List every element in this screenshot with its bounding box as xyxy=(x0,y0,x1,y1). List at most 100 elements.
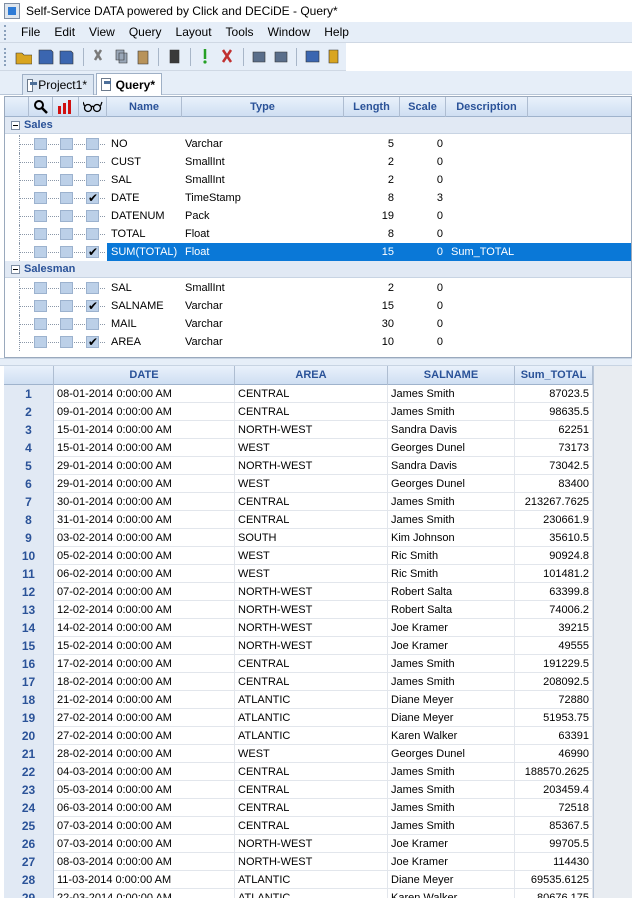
filter-checkbox[interactable] xyxy=(34,282,47,294)
row-number[interactable]: 19 xyxy=(4,709,54,727)
table-row[interactable]: 4 15-01-2014 0:00:00 AM WEST Georges Dunel 7… xyxy=(4,439,593,457)
menu-edit[interactable]: Edit xyxy=(47,22,82,43)
filter-checkbox[interactable] xyxy=(34,138,47,150)
chart-checkbox[interactable] xyxy=(60,246,73,258)
row-number[interactable]: 25 xyxy=(4,817,54,835)
row-number[interactable]: 5 xyxy=(4,457,54,475)
field-row[interactable]: CUST SmallInt 2 0 xyxy=(5,153,631,171)
row-number[interactable]: 6 xyxy=(4,475,54,493)
visible-checkbox[interactable] xyxy=(86,228,99,240)
table-row[interactable]: 10 05-02-2014 0:00:00 AM WEST Ric Smith 9092… xyxy=(4,547,593,565)
row-number[interactable]: 3 xyxy=(4,421,54,439)
chart-checkbox[interactable] xyxy=(60,174,73,186)
chart-checkbox[interactable] xyxy=(60,210,73,222)
copy-button[interactable] xyxy=(112,47,130,66)
row-number[interactable]: 2 xyxy=(4,403,54,421)
row-number[interactable]: 18 xyxy=(4,691,54,709)
visible-checkbox[interactable] xyxy=(86,282,99,294)
row-number[interactable]: 29 xyxy=(4,889,54,898)
table-row[interactable]: 5 29-01-2014 0:00:00 AM NORTH-WEST Sandra D… xyxy=(4,457,593,475)
result-col-sum-total[interactable]: Sum_TOTAL xyxy=(515,366,593,385)
field-row[interactable]: TOTAL Float 8 0 xyxy=(5,225,631,243)
chart-checkbox[interactable] xyxy=(60,318,73,330)
table-row[interactable]: 1 08-01-2014 0:00:00 AM CENTRAL James Smith… xyxy=(4,385,593,403)
filter-checkbox[interactable] xyxy=(34,246,47,258)
tab-project1[interactable]: Project1* xyxy=(22,74,94,95)
export-button[interactable] xyxy=(326,47,344,66)
field-row[interactable]: DATE TimeStamp 8 3 xyxy=(5,189,631,207)
result-col-area[interactable]: AREA xyxy=(235,366,388,385)
row-number[interactable]: 23 xyxy=(4,781,54,799)
field-row[interactable]: SAL SmallInt 2 0 xyxy=(5,279,631,297)
table-row[interactable]: 3 15-01-2014 0:00:00 AM NORTH-WEST Sandra D… xyxy=(4,421,593,439)
row-number[interactable]: 4 xyxy=(4,439,54,457)
filter-column-header[interactable] xyxy=(29,97,53,117)
chart-checkbox[interactable] xyxy=(60,336,73,348)
result-col-salname[interactable]: SALNAME xyxy=(388,366,515,385)
table-row[interactable]: 19 27-02-2014 0:00:00 AM ATLANTIC Diane Mey… xyxy=(4,709,593,727)
visible-checkbox[interactable] xyxy=(86,243,99,261)
table-row[interactable]: 17 18-02-2014 0:00:00 AM CENTRAL James Smit… xyxy=(4,673,593,691)
row-number[interactable]: 14 xyxy=(4,619,54,637)
view-column-header[interactable] xyxy=(79,97,107,117)
row-number[interactable]: 11 xyxy=(4,565,54,583)
row-number[interactable]: 1 xyxy=(4,385,54,403)
scale-column-header[interactable]: Scale xyxy=(400,97,446,117)
table-row[interactable]: 20 27-02-2014 0:00:00 AM ATLANTIC Karen Wal… xyxy=(4,727,593,745)
save-all-button[interactable] xyxy=(58,47,76,66)
visible-checkbox[interactable] xyxy=(86,333,99,351)
table-row[interactable]: 22 04-03-2014 0:00:00 AM CENTRAL James Smit… xyxy=(4,763,593,781)
field-row[interactable]: SAL SmallInt 2 0 xyxy=(5,171,631,189)
row-number[interactable]: 21 xyxy=(4,745,54,763)
visible-checkbox[interactable] xyxy=(86,189,99,207)
cut-button[interactable] xyxy=(90,47,108,66)
menu-tools[interactable]: Tools xyxy=(219,22,261,43)
table-row[interactable]: 11 06-02-2014 0:00:00 AM WEST Ric Smith 1014… xyxy=(4,565,593,583)
tab-query[interactable]: Query* xyxy=(96,73,162,95)
filter-checkbox[interactable] xyxy=(34,336,47,348)
edit-button[interactable] xyxy=(250,47,268,66)
table-row[interactable]: 24 06-03-2014 0:00:00 AM CENTRAL James Smit… xyxy=(4,799,593,817)
stop-button[interactable] xyxy=(219,47,237,66)
filter-checkbox[interactable] xyxy=(34,192,47,204)
menu-layout[interactable]: Layout xyxy=(169,22,219,43)
menu-window[interactable]: Window xyxy=(261,22,318,43)
chart-column-header[interactable] xyxy=(53,97,79,117)
row-number[interactable]: 13 xyxy=(4,601,54,619)
table-row[interactable]: 23 05-03-2014 0:00:00 AM CENTRAL James Smit… xyxy=(4,781,593,799)
row-number[interactable]: 15 xyxy=(4,637,54,655)
row-number[interactable]: 8 xyxy=(4,511,54,529)
paste-button[interactable] xyxy=(134,47,152,66)
chart-checkbox[interactable] xyxy=(60,282,73,294)
visible-checkbox[interactable] xyxy=(86,297,99,315)
row-number[interactable]: 16 xyxy=(4,655,54,673)
visible-checkbox[interactable] xyxy=(86,174,99,186)
table-row[interactable]: 14 14-02-2014 0:00:00 AM NORTH-WEST Joe Kra… xyxy=(4,619,593,637)
field-row[interactable]: SUM(TOTAL) Float 15 0 Sum_TOTAL xyxy=(5,243,631,261)
field-row[interactable]: DATENUM Pack 19 0 xyxy=(5,207,631,225)
menu-file[interactable]: File xyxy=(14,22,47,43)
row-number[interactable]: 9 xyxy=(4,529,54,547)
table-row[interactable]: 9 03-02-2014 0:00:00 AM SOUTH Kim Johnson 35… xyxy=(4,529,593,547)
result-col-date[interactable]: DATE xyxy=(54,366,235,385)
table-row[interactable]: 15 15-02-2014 0:00:00 AM NORTH-WEST Joe Kra… xyxy=(4,637,593,655)
collapse-icon[interactable] xyxy=(11,264,20,274)
chart-checkbox[interactable] xyxy=(60,156,73,168)
field-row[interactable]: NO Varchar 5 0 xyxy=(5,135,631,153)
table-row[interactable]: 26 07-03-2014 0:00:00 AM NORTH-WEST Joe Kra… xyxy=(4,835,593,853)
chart-checkbox[interactable] xyxy=(60,300,73,312)
table-row[interactable]: 12 07-02-2014 0:00:00 AM NORTH-WEST Robert … xyxy=(4,583,593,601)
table-row[interactable]: 28 11-03-2014 0:00:00 AM ATLANTIC Diane Mey… xyxy=(4,871,593,889)
filter-checkbox[interactable] xyxy=(34,210,47,222)
table-row[interactable]: 16 17-02-2014 0:00:00 AM CENTRAL James Smit… xyxy=(4,655,593,673)
visible-checkbox[interactable] xyxy=(86,318,99,330)
row-number[interactable]: 24 xyxy=(4,799,54,817)
filter-checkbox[interactable] xyxy=(34,318,47,330)
type-column-header[interactable]: Type xyxy=(182,97,344,117)
row-number[interactable]: 7 xyxy=(4,493,54,511)
properties-button[interactable] xyxy=(272,47,290,66)
menu-query[interactable]: Query xyxy=(122,22,169,43)
row-number[interactable]: 10 xyxy=(4,547,54,565)
visible-checkbox[interactable] xyxy=(86,156,99,168)
row-number[interactable]: 27 xyxy=(4,853,54,871)
